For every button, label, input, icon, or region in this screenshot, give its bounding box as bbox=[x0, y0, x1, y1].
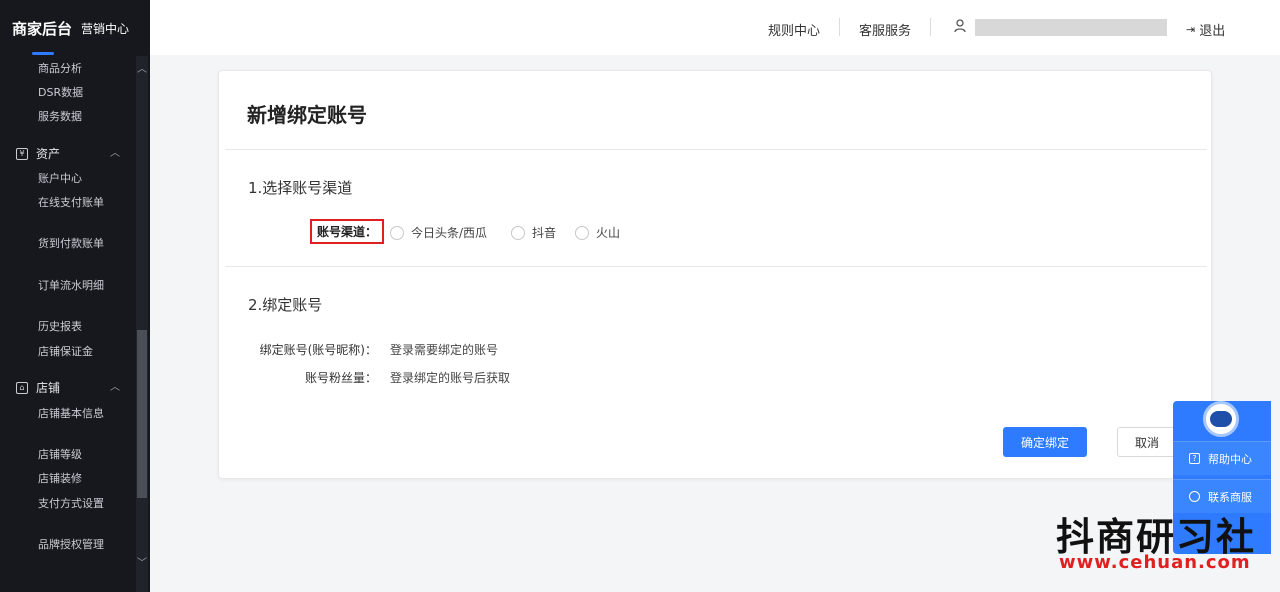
sidebar-item-payment-settings[interactable]: 支付方式设置 bbox=[38, 496, 108, 512]
page-title: 新增绑定账号 bbox=[247, 103, 367, 127]
section-select-channel: 1.选择账号渠道 bbox=[248, 179, 353, 197]
fans-count-value: 登录绑定的账号后获取 bbox=[390, 371, 511, 385]
sidebar-item-dsr-data[interactable]: DSR数据 bbox=[38, 85, 108, 101]
radio-circle[interactable] bbox=[575, 225, 589, 240]
sidebar-group-shop[interactable]: ⌂ 店铺 ︿ bbox=[16, 379, 126, 396]
radio-toutiao-xigua[interactable]: 今日头条/西瓜 bbox=[390, 224, 487, 241]
radio-label: 火山 bbox=[596, 226, 621, 240]
sidebar-group-assets-label: 资产 bbox=[36, 147, 61, 161]
brand-active-indicator bbox=[32, 52, 54, 55]
question-icon: ? bbox=[1189, 453, 1200, 464]
scroll-up-icon[interactable]: ︿ bbox=[137, 60, 147, 75]
radio-circle[interactable] bbox=[511, 225, 525, 240]
radio-label: 今日头条/西瓜 bbox=[411, 226, 488, 240]
sidebar-item-online-bill[interactable]: 在线支付账单 bbox=[38, 195, 108, 211]
sidebar-item-brand-auth[interactable]: 品牌授权管理 bbox=[38, 537, 108, 553]
sidebar-item-history-report[interactable]: 历史报表 bbox=[38, 319, 108, 335]
radio-circle[interactable] bbox=[390, 225, 404, 240]
customer-service-link[interactable]: 客服服务 bbox=[859, 20, 911, 39]
sidebar-item-deposit[interactable]: 店铺保证金 bbox=[38, 344, 108, 360]
rules-center-link[interactable]: 规则中心 bbox=[768, 20, 820, 39]
watermark-url: www.cehuan.com bbox=[1059, 552, 1251, 573]
brand-subtitle[interactable]: 营销中心 bbox=[81, 20, 129, 37]
chevron-up-icon: ︿ bbox=[110, 382, 120, 393]
username-redacted bbox=[975, 19, 1167, 36]
sidebar-item-product-analysis[interactable]: 商品分析 bbox=[38, 61, 108, 77]
user-icon bbox=[954, 19, 966, 33]
fans-count-label: 账号粉丝量： bbox=[304, 371, 377, 385]
sidebar-group-shop-label: 店铺 bbox=[36, 381, 61, 395]
divider bbox=[225, 266, 1207, 267]
section-bind-account: 2.绑定账号 bbox=[248, 296, 323, 314]
radio-label: 抖音 bbox=[532, 226, 557, 240]
radio-douyin[interactable]: 抖音 bbox=[511, 224, 556, 241]
help-center-label: 帮助中心 bbox=[1208, 452, 1252, 466]
sidebar-item-order-flow[interactable]: 订单流水明细 bbox=[38, 278, 108, 294]
bind-account-label: 绑定账号(账号昵称)： bbox=[259, 343, 377, 357]
divider bbox=[225, 149, 1207, 150]
sidebar-item-shop-level[interactable]: 店铺等级 bbox=[38, 447, 108, 463]
top-bar: 规则中心 客服服务 ⇥ 退出 bbox=[150, 0, 1280, 55]
sidebar-group-assets[interactable]: ¥ 资产 ︿ bbox=[16, 145, 126, 162]
sidebar-item-account-center[interactable]: 账户中心 bbox=[38, 171, 108, 187]
assets-icon: ¥ bbox=[16, 147, 28, 160]
brand-title[interactable]: 商家后台 bbox=[12, 18, 72, 39]
brand: 商家后台 营销中心 bbox=[0, 0, 150, 56]
shop-icon: ⌂ bbox=[16, 381, 28, 394]
contact-service-label: 联系商服 bbox=[1208, 490, 1252, 504]
sidebar-item-cod-bill[interactable]: 货到付款账单 bbox=[38, 236, 108, 252]
robot-avatar-icon bbox=[1203, 401, 1239, 437]
sidebar: 商家后台 营销中心 商品分析 DSR数据 服务数据 ¥ 资产 ︿ 账户中心 在线… bbox=[0, 0, 150, 592]
radio-huoshan[interactable]: 火山 bbox=[575, 224, 620, 241]
chevron-up-icon: ︿ bbox=[110, 148, 120, 159]
scroll-down-icon[interactable]: ﹀ bbox=[137, 554, 147, 569]
bind-account-card: 新增绑定账号 1.选择账号渠道 账号渠道： 今日头条/西瓜 抖音 火山 2.绑定… bbox=[218, 70, 1212, 479]
divider bbox=[839, 18, 840, 36]
sidebar-scrollbar-thumb[interactable] bbox=[137, 330, 147, 498]
help-center-button[interactable]: ? 帮助中心 bbox=[1173, 441, 1271, 475]
sidebar-item-shop-decor[interactable]: 店铺装修 bbox=[38, 471, 108, 487]
confirm-bind-button[interactable]: 确定绑定 bbox=[1003, 427, 1087, 457]
logout-icon: ⇥ bbox=[1186, 23, 1196, 36]
logout-button[interactable]: ⇥ 退出 bbox=[1186, 20, 1225, 39]
sidebar-scrollbar[interactable] bbox=[136, 56, 148, 592]
sidebar-item-shop-info[interactable]: 店铺基本信息 bbox=[38, 406, 108, 422]
channel-label: 账号渠道： bbox=[310, 219, 384, 244]
robot-face bbox=[1210, 411, 1232, 427]
divider bbox=[930, 18, 931, 36]
logout-label: 退出 bbox=[1199, 24, 1226, 39]
sidebar-item-service-data[interactable]: 服务数据 bbox=[38, 109, 108, 125]
cancel-button[interactable]: 取消 bbox=[1117, 427, 1177, 457]
headset-icon bbox=[1189, 491, 1200, 502]
login-bind-link[interactable]: 登录需要绑定的账号 bbox=[390, 341, 498, 358]
